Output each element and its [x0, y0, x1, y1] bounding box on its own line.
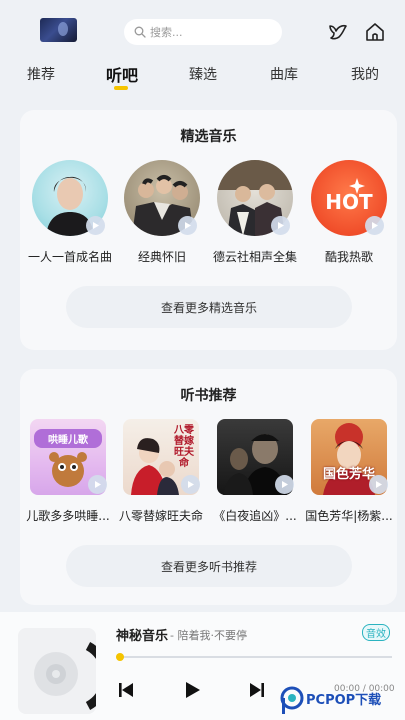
play-icon[interactable] [181, 679, 203, 701]
featured-item[interactable]: 经典怀旧 [118, 160, 206, 270]
watermark: PCPOP下载 [280, 683, 405, 720]
play-icon[interactable] [181, 475, 200, 494]
album-art[interactable] [18, 628, 96, 714]
tab-select[interactable]: 臻选 [189, 64, 217, 84]
sound-effect-button[interactable]: 音效 [362, 624, 390, 641]
tab-mine[interactable]: 我的 [351, 64, 379, 84]
audiobook-title: 听书推荐 [180, 388, 237, 404]
play-icon[interactable] [369, 475, 388, 494]
audiobook-item[interactable]: 国色芳华 国色芳华|杨紫... [305, 419, 393, 529]
song-title: 神秘音乐 [116, 629, 169, 644]
home-icon[interactable] [364, 21, 386, 43]
featured-music-card: 精选音乐 一人一首成名曲 经典怀旧 德云社相声全集 HOT 酷我热歌 查看更多精… [20, 110, 397, 350]
featured-item[interactable]: 德云社相声全集 [211, 160, 299, 270]
hot-badge-text: HOT [325, 190, 373, 214]
tab-listen[interactable]: 听吧 [106, 62, 138, 86]
play-icon[interactable] [88, 475, 107, 494]
play-icon[interactable] [365, 216, 384, 235]
play-icon[interactable] [271, 216, 290, 235]
tab-bar: 推荐 听吧 臻选 曲库 我的 [0, 64, 405, 92]
featured-item[interactable]: HOT 酷我热歌 [305, 160, 393, 270]
top-bar [0, 0, 405, 60]
tab-recommend[interactable]: 推荐 [27, 64, 55, 84]
cover-text: 八零替嫁旺夫命 [174, 425, 194, 469]
featured-item[interactable]: 一人一首成名曲 [26, 160, 114, 270]
audiobook-item[interactable]: 《白夜追凶》... [211, 419, 299, 529]
progress-knob[interactable] [116, 653, 124, 661]
featured-item-label: 经典怀旧 [137, 250, 186, 264]
featured-item-label: 一人一首成名曲 [27, 250, 112, 264]
featured-item-label: 德云社相声全集 [212, 250, 297, 264]
featured-music-title: 精选音乐 [180, 129, 237, 145]
audiobook-item-label: 八零替嫁旺夫命 [118, 509, 203, 523]
progress-bar[interactable] [116, 653, 392, 661]
play-icon[interactable] [86, 216, 105, 235]
tab-library[interactable]: 曲库 [270, 64, 298, 84]
search-icon [134, 26, 146, 38]
next-icon[interactable] [247, 680, 267, 700]
watermark-logo-icon [280, 686, 304, 714]
search-input[interactable] [150, 25, 270, 39]
audiobook-item[interactable]: 八零替嫁旺夫命 八零替嫁旺夫命 [117, 419, 205, 529]
active-tab-indicator [114, 86, 128, 90]
play-icon[interactable] [275, 475, 294, 494]
featured-item-label: 酷我热歌 [324, 250, 373, 264]
search-box[interactable] [124, 19, 282, 45]
audiobook-item-label: 《白夜追凶》... [213, 509, 297, 523]
audiobook-item[interactable]: 哄睡儿歌 儿歌多多哄睡... [24, 419, 112, 529]
audiobook-item-label: 儿歌多多哄睡... [26, 509, 110, 523]
avatar[interactable] [40, 18, 77, 42]
audiobook-card: 听书推荐 哄睡儿歌 儿歌多多哄睡... 八零替嫁旺夫命 八零替嫁旺夫命 《白夜追… [20, 369, 397, 605]
audiobook-item-label: 国色芳华|杨紫... [305, 509, 393, 523]
more-audiobooks-button[interactable]: 查看更多听书推荐 [66, 545, 352, 587]
watermark-text: PCPOP下载 [306, 693, 382, 708]
bird-icon[interactable] [327, 21, 349, 43]
more-featured-music-button[interactable]: 查看更多精选音乐 [66, 286, 352, 328]
song-subtitle: - 陪着我·不要停 [170, 629, 247, 642]
play-icon[interactable] [178, 216, 197, 235]
previous-icon[interactable] [116, 680, 136, 700]
